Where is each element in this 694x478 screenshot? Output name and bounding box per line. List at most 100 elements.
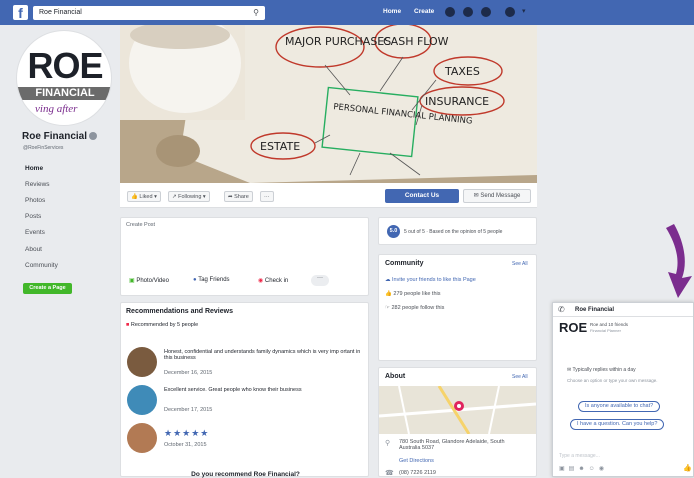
- create-link[interactable]: Create: [414, 8, 434, 15]
- community-card: Community See All ☁ Invite your friends …: [378, 254, 537, 361]
- reply-icon: ✉: [567, 367, 572, 373]
- image-icon[interactable]: ▣: [559, 466, 569, 472]
- profile-picture[interactable]: ROE FINANCIAL ving after: [16, 30, 112, 126]
- about-title: About: [385, 373, 406, 380]
- review-date[interactable]: December 16, 2015: [164, 370, 212, 376]
- tag-friends-label: Tag Friends: [198, 277, 230, 283]
- share-label: Share: [234, 194, 249, 200]
- review-date[interactable]: October 31, 2015: [164, 442, 207, 448]
- emoji-icon[interactable]: ☺: [589, 466, 599, 472]
- invite-link[interactable]: Invite your friends to like this Page: [392, 277, 476, 283]
- invite-icon: ☁: [385, 277, 391, 283]
- help-icon[interactable]: [505, 7, 515, 17]
- camera-icon[interactable]: ◉: [599, 466, 608, 472]
- reviews-title: Recommendations and Reviews: [126, 308, 233, 315]
- following-button[interactable]: ↗ Following ▾: [168, 191, 210, 202]
- tag-friends-button[interactable]: ● Tag Friends: [193, 277, 230, 283]
- chat-header-line: Roe and 10 friends: [590, 322, 629, 327]
- sidebar-item-events[interactable]: Events: [25, 229, 45, 236]
- about-card: About See All ⚲ 780 South Road, Glandore…: [378, 367, 537, 477]
- quick-reply-question[interactable]: I have a question. Can you help?: [570, 419, 665, 430]
- reply-time-row: ✉ Typically replies within a day: [567, 367, 636, 373]
- liked-label: Liked: [139, 194, 153, 200]
- community-title: Community: [385, 260, 424, 267]
- post-composer-input[interactable]: [126, 232, 364, 272]
- friends-icon[interactable]: [445, 7, 455, 17]
- recommended-text: Recommended by 5 people: [130, 322, 199, 328]
- review-date[interactable]: December 17, 2015: [164, 407, 212, 413]
- community-see-all-link[interactable]: See All: [512, 261, 528, 267]
- search-value: Roe Financial: [39, 9, 82, 16]
- invite-row[interactable]: ☁ Invite your friends to like this Page: [385, 277, 476, 283]
- gif-icon[interactable]: ▤: [569, 466, 579, 472]
- messenger-chat-window: ✆ Roe Financial ROE Roe and 10 friends F…: [552, 302, 694, 477]
- photo-video-label: Photo/Video: [136, 278, 169, 284]
- sidebar-item-home[interactable]: Home: [25, 165, 43, 172]
- map-graphic: [378, 385, 537, 435]
- create-post-card: Create Post ▣ Photo/Video ● Tag Friends …: [120, 217, 369, 296]
- rating-badge: 5.0: [387, 225, 400, 238]
- page-title: Roe Financial: [22, 131, 88, 142]
- create-post-title: Create Post: [126, 222, 156, 228]
- cover-word-3: TAXES: [444, 65, 480, 78]
- sidebar-item-about[interactable]: About: [25, 246, 42, 253]
- facebook-logo-icon[interactable]: f: [13, 5, 28, 21]
- chat-avatar-icon: ✆: [558, 305, 565, 314]
- share-button[interactable]: ➦ Share: [224, 191, 253, 202]
- phone-icon: ☎: [385, 470, 394, 477]
- review-text: Honest, confidential and understands fam…: [164, 349, 361, 361]
- photo-video-button[interactable]: ▣ Photo/Video: [129, 277, 169, 284]
- chat-toolbar: ▣▤☻☺◉: [559, 465, 608, 472]
- liked-button[interactable]: 👍 Liked ▾: [127, 191, 161, 202]
- phone-number[interactable]: (08) 7226 2119: [399, 470, 436, 476]
- get-directions-link[interactable]: Get Directions: [399, 458, 434, 464]
- logo-text: ROE: [27, 45, 103, 86]
- photo-icon: ▣: [129, 278, 135, 284]
- cover-word-1: MAJOR PURCHASES: [285, 35, 391, 48]
- send-message-button[interactable]: ✉ Send Message: [463, 189, 531, 203]
- chat-hint: Choose an option or type your own messag…: [567, 378, 658, 383]
- search-input[interactable]: Roe Financial ⚲: [33, 6, 265, 20]
- about-see-all-link[interactable]: See All: [512, 374, 528, 380]
- cover-photo[interactable]: MAJOR PURCHASES CASH FLOW TAXES INSURANC…: [120, 25, 537, 183]
- check-in-button[interactable]: ◉ Check in: [258, 277, 288, 284]
- post-more-button[interactable]: ···: [311, 275, 329, 286]
- address-text: 780 South Road, Glandore Adelaide, South…: [399, 439, 505, 451]
- create-page-button[interactable]: Create a Page: [23, 283, 72, 294]
- more-actions-button[interactable]: ···: [260, 191, 274, 202]
- annotation-arrow-icon: [666, 224, 692, 298]
- cover-word-4: INSURANCE: [425, 95, 489, 108]
- location-icon: ⚲: [385, 440, 391, 447]
- thumbs-up-icon: 👍: [385, 291, 392, 297]
- rating-text: 5 out of 5 · Based on the opinion of 5 p…: [404, 229, 503, 235]
- avatar[interactable]: [127, 347, 157, 377]
- chat-header[interactable]: ✆ Roe Financial: [553, 303, 693, 317]
- likes-row: 👍 279 people like this: [385, 291, 440, 297]
- recommend-icon: ■: [126, 322, 130, 328]
- check-in-icon: ◉: [258, 278, 264, 284]
- rating-card: 5.0 5 out of 5 · Based on the opinion of…: [378, 217, 537, 245]
- avatar[interactable]: [127, 385, 157, 415]
- search-icon[interactable]: ⚲: [253, 6, 259, 20]
- messenger-icon[interactable]: [463, 7, 473, 17]
- sidebar-item-posts[interactable]: Posts: [25, 213, 41, 220]
- sidebar-item-photos[interactable]: Photos: [25, 197, 45, 204]
- like-send-icon[interactable]: 👍: [683, 464, 692, 472]
- home-link[interactable]: Home: [383, 8, 401, 15]
- reply-time-text: Typically replies within a day: [572, 367, 636, 373]
- follows-count: 282 people follow this: [391, 305, 445, 311]
- quick-reply-available[interactable]: Is anyone available to chat?: [578, 401, 661, 412]
- sidebar-item-reviews[interactable]: Reviews: [25, 181, 50, 188]
- message-input[interactable]: Type a message...: [559, 453, 600, 459]
- sidebar-item-community[interactable]: Community: [25, 262, 58, 269]
- review-text: Excellent service. Great people who know…: [164, 387, 302, 393]
- location-map[interactable]: [378, 385, 537, 435]
- send-message-label: Send Message: [480, 193, 521, 199]
- likes-count: 279 people like this: [393, 291, 441, 297]
- sticker-icon[interactable]: ☻: [578, 466, 588, 472]
- account-menu-icon[interactable]: ▾: [522, 7, 526, 15]
- star-rating: ★★★★★: [164, 428, 210, 438]
- avatar[interactable]: [127, 423, 157, 453]
- notifications-icon[interactable]: [481, 7, 491, 17]
- contact-us-button[interactable]: Contact Us: [385, 189, 459, 203]
